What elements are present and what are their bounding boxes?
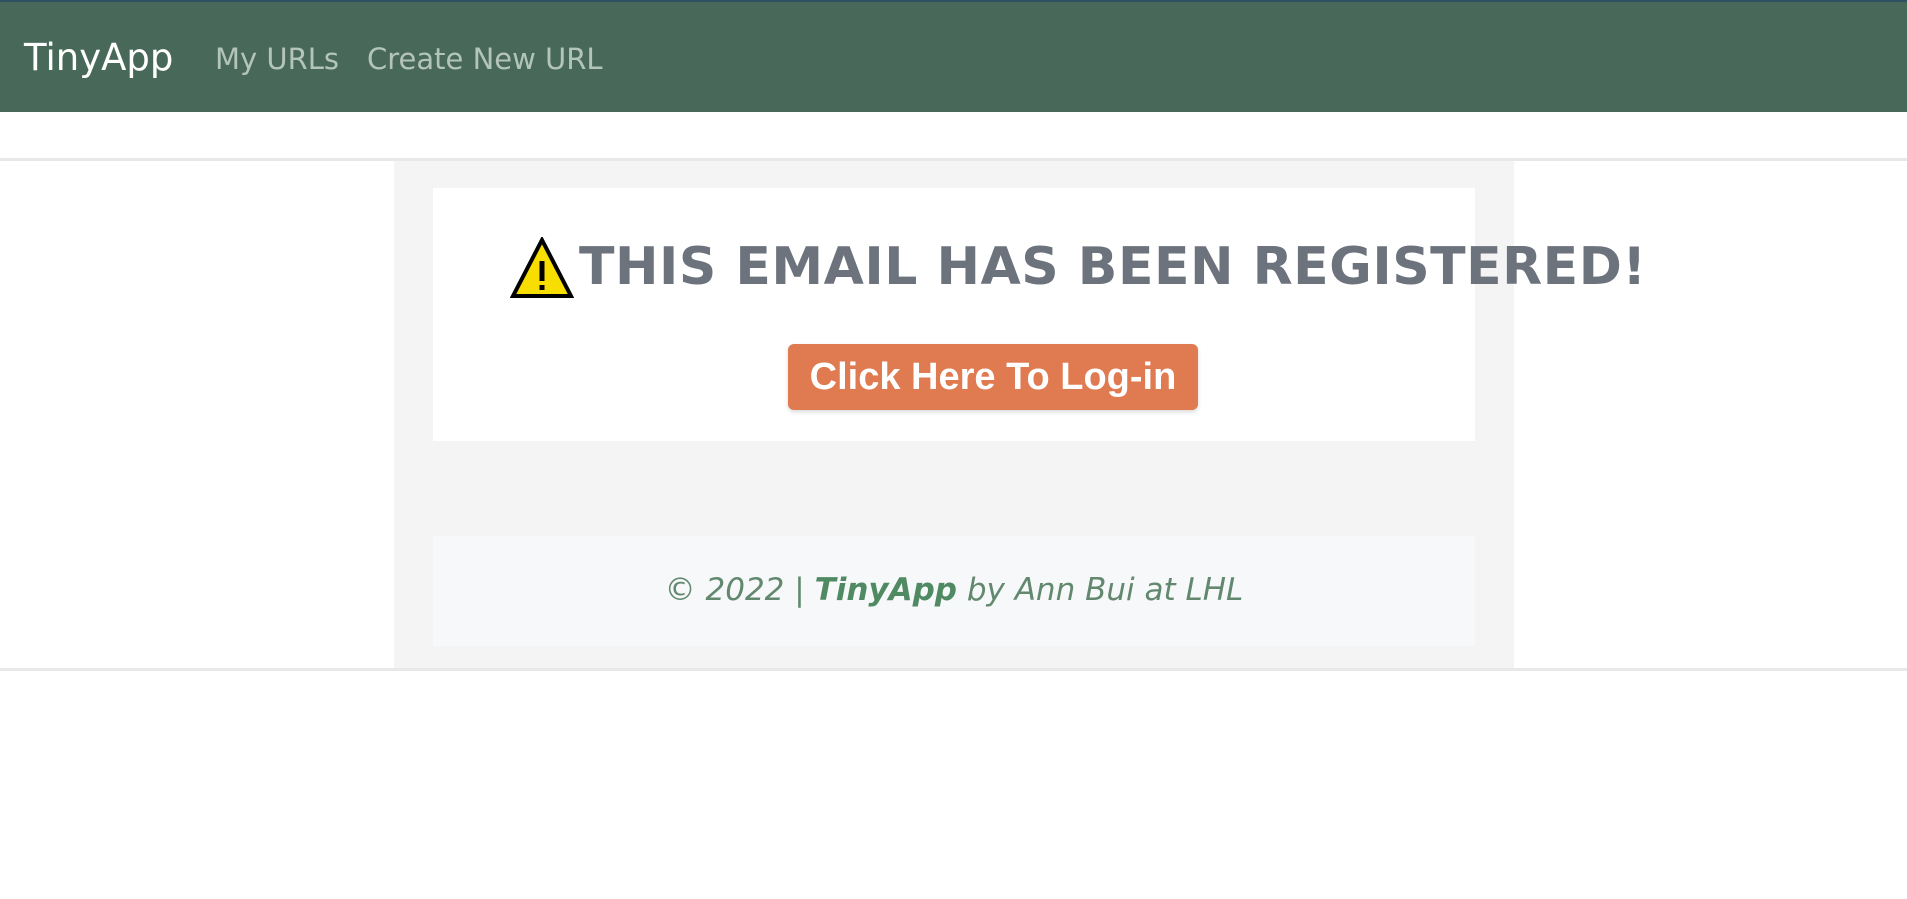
nav-link-my-urls[interactable]: My URLs bbox=[215, 41, 339, 77]
footer-copyright: © 2022 | bbox=[664, 572, 805, 608]
alert-card: THIS EMAIL HAS BEEN REGISTERED! Click He… bbox=[433, 188, 1646, 441]
brand-link[interactable]: TinyApp bbox=[24, 36, 173, 80]
page-title: THIS EMAIL HAS BEEN REGISTERED! bbox=[579, 237, 1647, 297]
footer: © 2022 | TinyApp by Ann Bui at LHL bbox=[433, 536, 1475, 646]
footer-text: © 2022 | TinyApp by Ann Bui at LHL bbox=[433, 570, 1475, 610]
nav-link-create-new-url[interactable]: Create New URL bbox=[367, 41, 603, 77]
footer-brand: TinyApp bbox=[814, 572, 957, 608]
warning-triangle-icon bbox=[510, 237, 574, 298]
navbar: TinyApp My URLs Create New URL bbox=[0, 0, 1907, 112]
footer-author: by Ann Bui at LHL bbox=[966, 572, 1244, 608]
login-button[interactable]: Click Here To Log-in bbox=[788, 344, 1198, 410]
divider-bottom bbox=[0, 668, 1907, 671]
main-panel: THIS EMAIL HAS BEEN REGISTERED! Click He… bbox=[394, 161, 1646, 669]
